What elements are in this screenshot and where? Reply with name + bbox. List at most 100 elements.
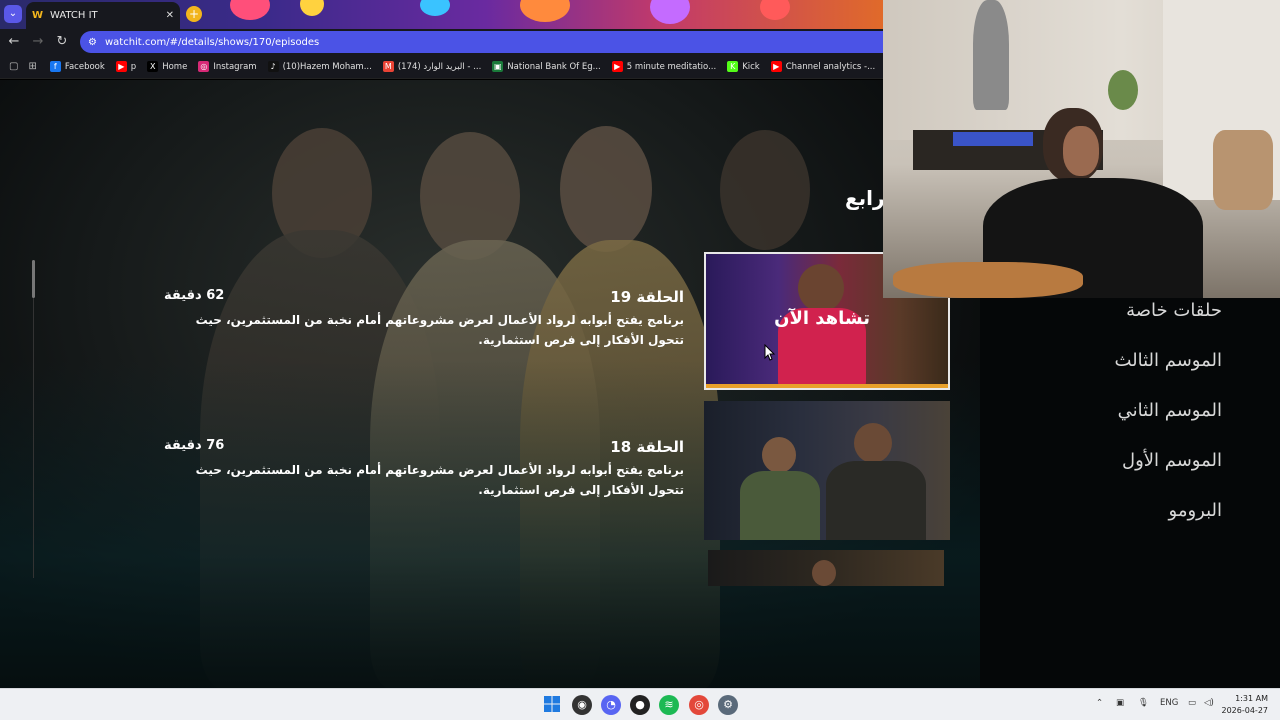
url-text: watchit.com/#/details/shows/170/episodes <box>104 36 320 48</box>
site-settings-icon[interactable]: ⚙ <box>88 37 97 48</box>
now-watching-label: تشاهد الآن <box>774 308 870 329</box>
season-promo[interactable]: البرومو <box>1022 500 1222 550</box>
thumbnail-host-figure <box>798 264 844 312</box>
webcam-chair <box>1213 130 1273 210</box>
episodes-scrollbar-thumb[interactable] <box>32 260 35 298</box>
clock-time: 1:31 AM <box>1235 694 1268 703</box>
season-3[interactable]: الموسم الثالث <box>1022 350 1222 400</box>
episode-row[interactable]: الحلقة 19 62 دقيقة برنامج يفتح أبوابه لر… <box>160 288 688 368</box>
youtube-icon: ▶ <box>115 61 127 72</box>
wallpaper-shape <box>420 0 450 16</box>
bookmark-label: Facebook <box>64 61 105 72</box>
facebook-icon: f <box>49 61 61 72</box>
wallpaper-shape <box>230 0 270 20</box>
bookmark-label: National Bank Of Eg... <box>507 61 601 72</box>
wallpaper-shape <box>760 0 790 20</box>
season-1[interactable]: الموسم الأول <box>1022 450 1222 500</box>
gmail-icon: M <box>382 61 394 72</box>
instagram-icon: ◎ <box>198 61 210 72</box>
reload-icon[interactable]: ↻ <box>53 33 71 51</box>
sidebar-toggle-icon[interactable]: ▢ <box>9 61 18 73</box>
bookmark-item[interactable]: K Kick <box>727 61 760 72</box>
system-clock[interactable]: 1:31 AM 2026-04-27 <box>1222 693 1269 717</box>
bookmark-item[interactable]: M (174) البريد الوارد - ... <box>382 61 482 72</box>
thumbnail-host-figure <box>826 461 926 540</box>
chevron-up-icon[interactable]: ⌃ <box>1096 698 1103 708</box>
watchit-favicon-icon: W <box>32 9 44 21</box>
tab-title: WATCH IT <box>50 10 98 21</box>
windows-start-icon[interactable] <box>542 695 562 715</box>
new-tab-button[interactable]: + <box>186 6 202 22</box>
browser-toolbar: ← → ↻ ⚙ watchit.com/#/details/shows/170/… <box>0 29 883 55</box>
season-2[interactable]: الموسم الثاني <box>1022 400 1222 450</box>
wallpaper-shape <box>650 0 690 24</box>
network-icon[interactable]: ▭ <box>1188 698 1196 708</box>
volume-icon[interactable]: ◁) <box>1204 698 1214 708</box>
bookmarks-bar: ▢ ⊞ f Facebook ▶ p X Home ◎ Instagram ♪ (10)Hazem… <box>0 55 966 79</box>
webcam-overlay <box>883 0 1280 298</box>
bookmark-item[interactable]: f Facebook <box>49 61 105 72</box>
x-icon: X <box>147 61 159 72</box>
thumbnail-host-figure <box>740 471 820 540</box>
tab-watchit[interactable]: W WATCH IT ✕ <box>26 2 180 29</box>
youtube-studio-icon: ▶ <box>770 61 782 72</box>
app-icon[interactable]: ◉ <box>572 695 592 715</box>
clock-date: 2026-04-27 <box>1221 706 1269 715</box>
bookmark-label: Kick <box>742 61 760 72</box>
tab-search-icon[interactable]: ⌄ <box>4 5 22 23</box>
cast-figure <box>720 130 810 250</box>
webcam-device <box>953 132 1033 146</box>
webcam-dog <box>893 262 1083 298</box>
forward-arrow-icon[interactable]: → <box>29 33 47 51</box>
browser-tab-strip: ⌄ W WATCH IT ✕ + <box>0 0 883 29</box>
wallpaper-shape <box>300 0 324 16</box>
back-arrow-icon[interactable]: ← <box>5 33 23 51</box>
address-bar[interactable]: ⚙ watchit.com/#/details/shows/170/episod… <box>80 31 883 53</box>
thumbnail-host-figure <box>762 437 796 473</box>
episode-description: برنامج يفتح أبوابه لرواد الأعمال لعرض مش… <box>195 463 684 497</box>
discord-icon[interactable]: ◔ <box>601 695 621 715</box>
apps-grid-icon[interactable]: ⊞ <box>28 61 36 73</box>
watch-progress-bar <box>706 384 948 388</box>
thumbnail-host-figure <box>854 423 892 463</box>
episode-title: الحلقة 18 <box>610 438 684 456</box>
bookmark-label: Channel analytics -... <box>785 61 876 72</box>
microphone-icon[interactable]: 🎙 <box>1138 698 1149 708</box>
app-icon[interactable]: ● <box>630 695 650 715</box>
bookmark-item[interactable]: ▶ 5 minute meditatio... <box>611 61 717 72</box>
notification-app-icon[interactable]: ▣ <box>1116 698 1124 708</box>
settings-gear-icon[interactable]: ⚙ <box>718 695 738 715</box>
bookmark-item[interactable]: ♪ (10)Hazem Moham... <box>267 61 372 72</box>
chrome-icon[interactable]: ◎ <box>689 695 709 715</box>
season-navigation: حلقات خاصة الموسم الثالث الموسم الثاني ا… <box>1022 300 1222 550</box>
thumbnail-host-figure <box>812 560 836 586</box>
mouse-cursor-icon <box>764 343 776 361</box>
season-special-episodes[interactable]: حلقات خاصة <box>1022 300 1222 350</box>
cast-figure <box>560 126 652 252</box>
bookmark-label: 5 minute meditatio... <box>626 61 717 72</box>
language-indicator[interactable]: ENG <box>1160 698 1178 708</box>
bookmark-label: (10)Hazem Moham... <box>282 61 372 72</box>
episode-duration: 62 دقيقة <box>164 288 225 303</box>
bookmark-item[interactable]: ▶ p <box>115 61 136 72</box>
bookmark-label: (174) البريد الوارد - ... <box>397 61 482 72</box>
close-tab-icon[interactable]: ✕ <box>166 10 174 21</box>
episode-thumbnail[interactable] <box>704 401 950 540</box>
wallpaper-shape <box>520 0 570 22</box>
youtube-icon: ▶ <box>611 61 623 72</box>
episode-thumbnail[interactable] <box>708 550 944 586</box>
windows-taskbar: ◉ ◔ ● ≋ ◎ ⚙ ⌃ ▣ 🎙 ENG ▭ ◁) 1:31 AM 2026-… <box>0 688 1280 720</box>
tiktok-icon: ♪ <box>267 61 279 72</box>
bookmark-item[interactable]: ▣ National Bank Of Eg... <box>492 61 601 72</box>
bookmark-item[interactable]: X Home <box>147 61 187 72</box>
bookmark-item[interactable]: ▶ Channel analytics -... <box>770 61 876 72</box>
webcam-mannequin <box>973 0 1009 110</box>
webcam-person-face <box>1063 126 1099 176</box>
bookmark-item[interactable]: ◎ Instagram <box>198 61 257 72</box>
episode-row[interactable]: الحلقة 18 76 دقيقة برنامج يفتح أبوابه لر… <box>160 438 688 518</box>
bookmark-label: Instagram <box>213 61 257 72</box>
webcam-plant <box>1108 70 1138 110</box>
spotify-icon[interactable]: ≋ <box>659 695 679 715</box>
episode-title: الحلقة 19 <box>610 288 684 306</box>
episodes-scrollbar-track[interactable] <box>33 260 34 578</box>
